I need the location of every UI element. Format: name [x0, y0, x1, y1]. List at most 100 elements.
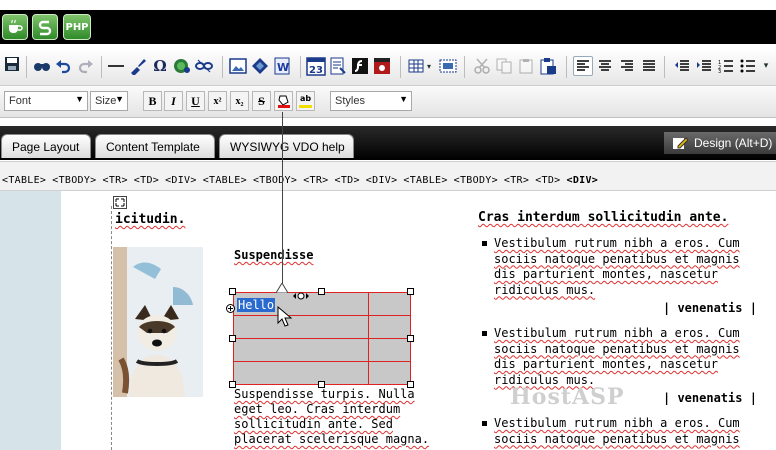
- tag-breadcrumb: <TABLE> <TBODY> <TR> <TD> <DIV> <TABLE> <TBODY…: [0, 161, 776, 191]
- tab-wysiwyg-vdo-help[interactable]: WYSIWYG VDO help: [219, 134, 354, 158]
- breadcrumb-tag[interactable]: <TD>: [134, 175, 159, 186]
- column-handle-icon[interactable]: [292, 287, 310, 300]
- breadcrumb-tag[interactable]: <TD>: [535, 175, 560, 186]
- font-color-button[interactable]: [274, 91, 293, 111]
- resize-handle[interactable]: [407, 288, 414, 295]
- breadcrumb-tag[interactable]: <DIV>: [165, 175, 197, 186]
- s-logo-icon[interactable]: [32, 14, 58, 40]
- paste-icon[interactable]: [516, 56, 536, 76]
- bold-button[interactable]: B: [143, 91, 162, 111]
- list-item-line: Vestibulum rutrum nibh a eros. Cum: [494, 236, 740, 250]
- tab-content-template[interactable]: Content Template: [95, 134, 215, 158]
- find-icon[interactable]: [32, 56, 52, 76]
- flash-diamond-icon[interactable]: [250, 56, 270, 76]
- horizontal-rule-icon[interactable]: [106, 56, 126, 76]
- hyperlink-icon[interactable]: [128, 56, 148, 76]
- unordered-list-icon[interactable]: [738, 56, 758, 76]
- italic-button[interactable]: I: [164, 91, 183, 111]
- omega-special-char-icon[interactable]: Ω: [150, 56, 170, 76]
- insert-table-dropdown-icon[interactable]: ▾: [424, 56, 434, 76]
- align-left-icon[interactable]: [573, 56, 593, 76]
- flash-f-icon[interactable]: [350, 56, 370, 76]
- toolbar-divider: [222, 56, 223, 78]
- paragraph-line: eget leo. Cras interdum: [234, 402, 401, 416]
- superscript-button[interactable]: x²: [208, 91, 227, 111]
- resize-handle[interactable]: [407, 335, 414, 342]
- align-center-icon[interactable]: [595, 56, 615, 76]
- date-calendar-icon[interactable]: 23: [306, 56, 326, 76]
- suspendisse-paragraph: Suspendisse turpis. Nulla eget leo. Cras…: [234, 387, 429, 447]
- chevron-down-icon: ▼: [75, 94, 84, 104]
- breadcrumb-tag[interactable]: <TR>: [303, 175, 328, 186]
- mouse-cursor-icon: [277, 305, 293, 328]
- table-cell-text[interactable]: Hello: [237, 298, 276, 312]
- strikethrough-button[interactable]: S: [252, 91, 271, 111]
- unlink-icon[interactable]: [194, 56, 214, 76]
- toolbar-divider: [464, 56, 465, 78]
- list-item-line: Vestibulum rutrum nibh a eros. Cum: [494, 416, 740, 430]
- list-item: Vestibulum rutrum nibh a eros. Cum socii…: [494, 416, 740, 447]
- paste-text-icon[interactable]: [538, 56, 558, 76]
- toolbar-divider: [26, 56, 27, 78]
- list-item: Vestibulum rutrum nibh a eros. Cum socii…: [494, 326, 740, 388]
- breadcrumb-tag[interactable]: <TABLE>: [403, 175, 447, 186]
- media-film-icon[interactable]: [372, 56, 392, 76]
- breadcrumb-tag[interactable]: <TR>: [103, 175, 128, 186]
- image-icon[interactable]: [228, 56, 248, 76]
- copy-icon[interactable]: [494, 56, 514, 76]
- table-row-line: [234, 315, 410, 316]
- resize-handle[interactable]: [318, 288, 325, 295]
- align-right-icon[interactable]: [617, 56, 637, 76]
- expand-icon[interactable]: [113, 196, 127, 209]
- font-select[interactable]: Font ▼: [4, 91, 88, 111]
- word-paste-icon[interactable]: W: [272, 56, 292, 76]
- undo-icon[interactable]: [53, 56, 73, 76]
- cut-icon[interactable]: [472, 56, 492, 76]
- move-table-icon[interactable]: [226, 300, 235, 313]
- tab-page-layout[interactable]: Page Layout: [1, 134, 91, 158]
- breadcrumb-tag[interactable]: <TBODY>: [454, 175, 498, 186]
- design-mode-button[interactable]: Design (Alt+D): [664, 132, 776, 154]
- list-item-line: sociis natoque penatibus et magnis: [494, 341, 740, 356]
- suspendisse-heading: Suspendisse: [234, 248, 314, 262]
- indent-icon[interactable]: [694, 56, 714, 76]
- breadcrumb-tag[interactable]: <TD>: [335, 175, 360, 186]
- list-dropdown-icon[interactable]: ▾: [760, 56, 772, 76]
- php-icon[interactable]: PHP: [63, 14, 91, 40]
- table-row-line: [234, 338, 410, 339]
- redo-icon[interactable]: [76, 56, 96, 76]
- breadcrumb-tag[interactable]: <TABLE>: [203, 175, 247, 186]
- paragraph-line: placerat scelerisque magna.: [234, 432, 430, 446]
- subscript-button[interactable]: x₂: [230, 91, 249, 111]
- main-toolbar: Ω W 23 ▾ 123 ▾: [0, 48, 776, 86]
- selected-table[interactable]: Hello: [233, 292, 411, 385]
- size-select[interactable]: Size ▼: [90, 91, 128, 111]
- breadcrumb-tag[interactable]: <TABLE>: [2, 175, 46, 186]
- breadcrumb-tag[interactable]: <DIV>: [567, 175, 599, 186]
- resize-handle[interactable]: [229, 335, 236, 342]
- ordered-list-icon[interactable]: 123: [716, 56, 736, 76]
- bullet-marker: [482, 241, 487, 246]
- breadcrumb-tag[interactable]: <TBODY>: [52, 175, 96, 186]
- highlight-label: ab: [299, 93, 312, 103]
- globe-user-icon[interactable]: [172, 56, 192, 76]
- outdent-icon[interactable]: [672, 56, 692, 76]
- underline-button[interactable]: U: [186, 91, 205, 111]
- breadcrumb-tag[interactable]: <TBODY>: [253, 175, 297, 186]
- save-icon[interactable]: [2, 54, 22, 74]
- right-heading: Cras interdum sollicitudin ante.: [478, 210, 729, 225]
- styles-select[interactable]: Styles ▼: [330, 91, 412, 111]
- highlight-color-button[interactable]: ab: [296, 91, 315, 111]
- svg-text:3: 3: [718, 69, 721, 73]
- breadcrumb-tag[interactable]: <DIV>: [366, 175, 398, 186]
- coffee-icon[interactable]: [2, 14, 28, 40]
- table-cell-icon[interactable]: [438, 56, 458, 76]
- breadcrumb-tag[interactable]: <TR>: [504, 175, 529, 186]
- venenatis-tag: | venenatis |: [663, 301, 757, 315]
- design-mode-label: Design (Alt+D): [694, 136, 773, 150]
- align-justify-icon[interactable]: [639, 56, 659, 76]
- form-icon[interactable]: [328, 56, 348, 76]
- resize-handle[interactable]: [229, 288, 236, 295]
- list-item-line: ridiculus mus.: [494, 282, 596, 297]
- toolbar-divider: [101, 56, 102, 78]
